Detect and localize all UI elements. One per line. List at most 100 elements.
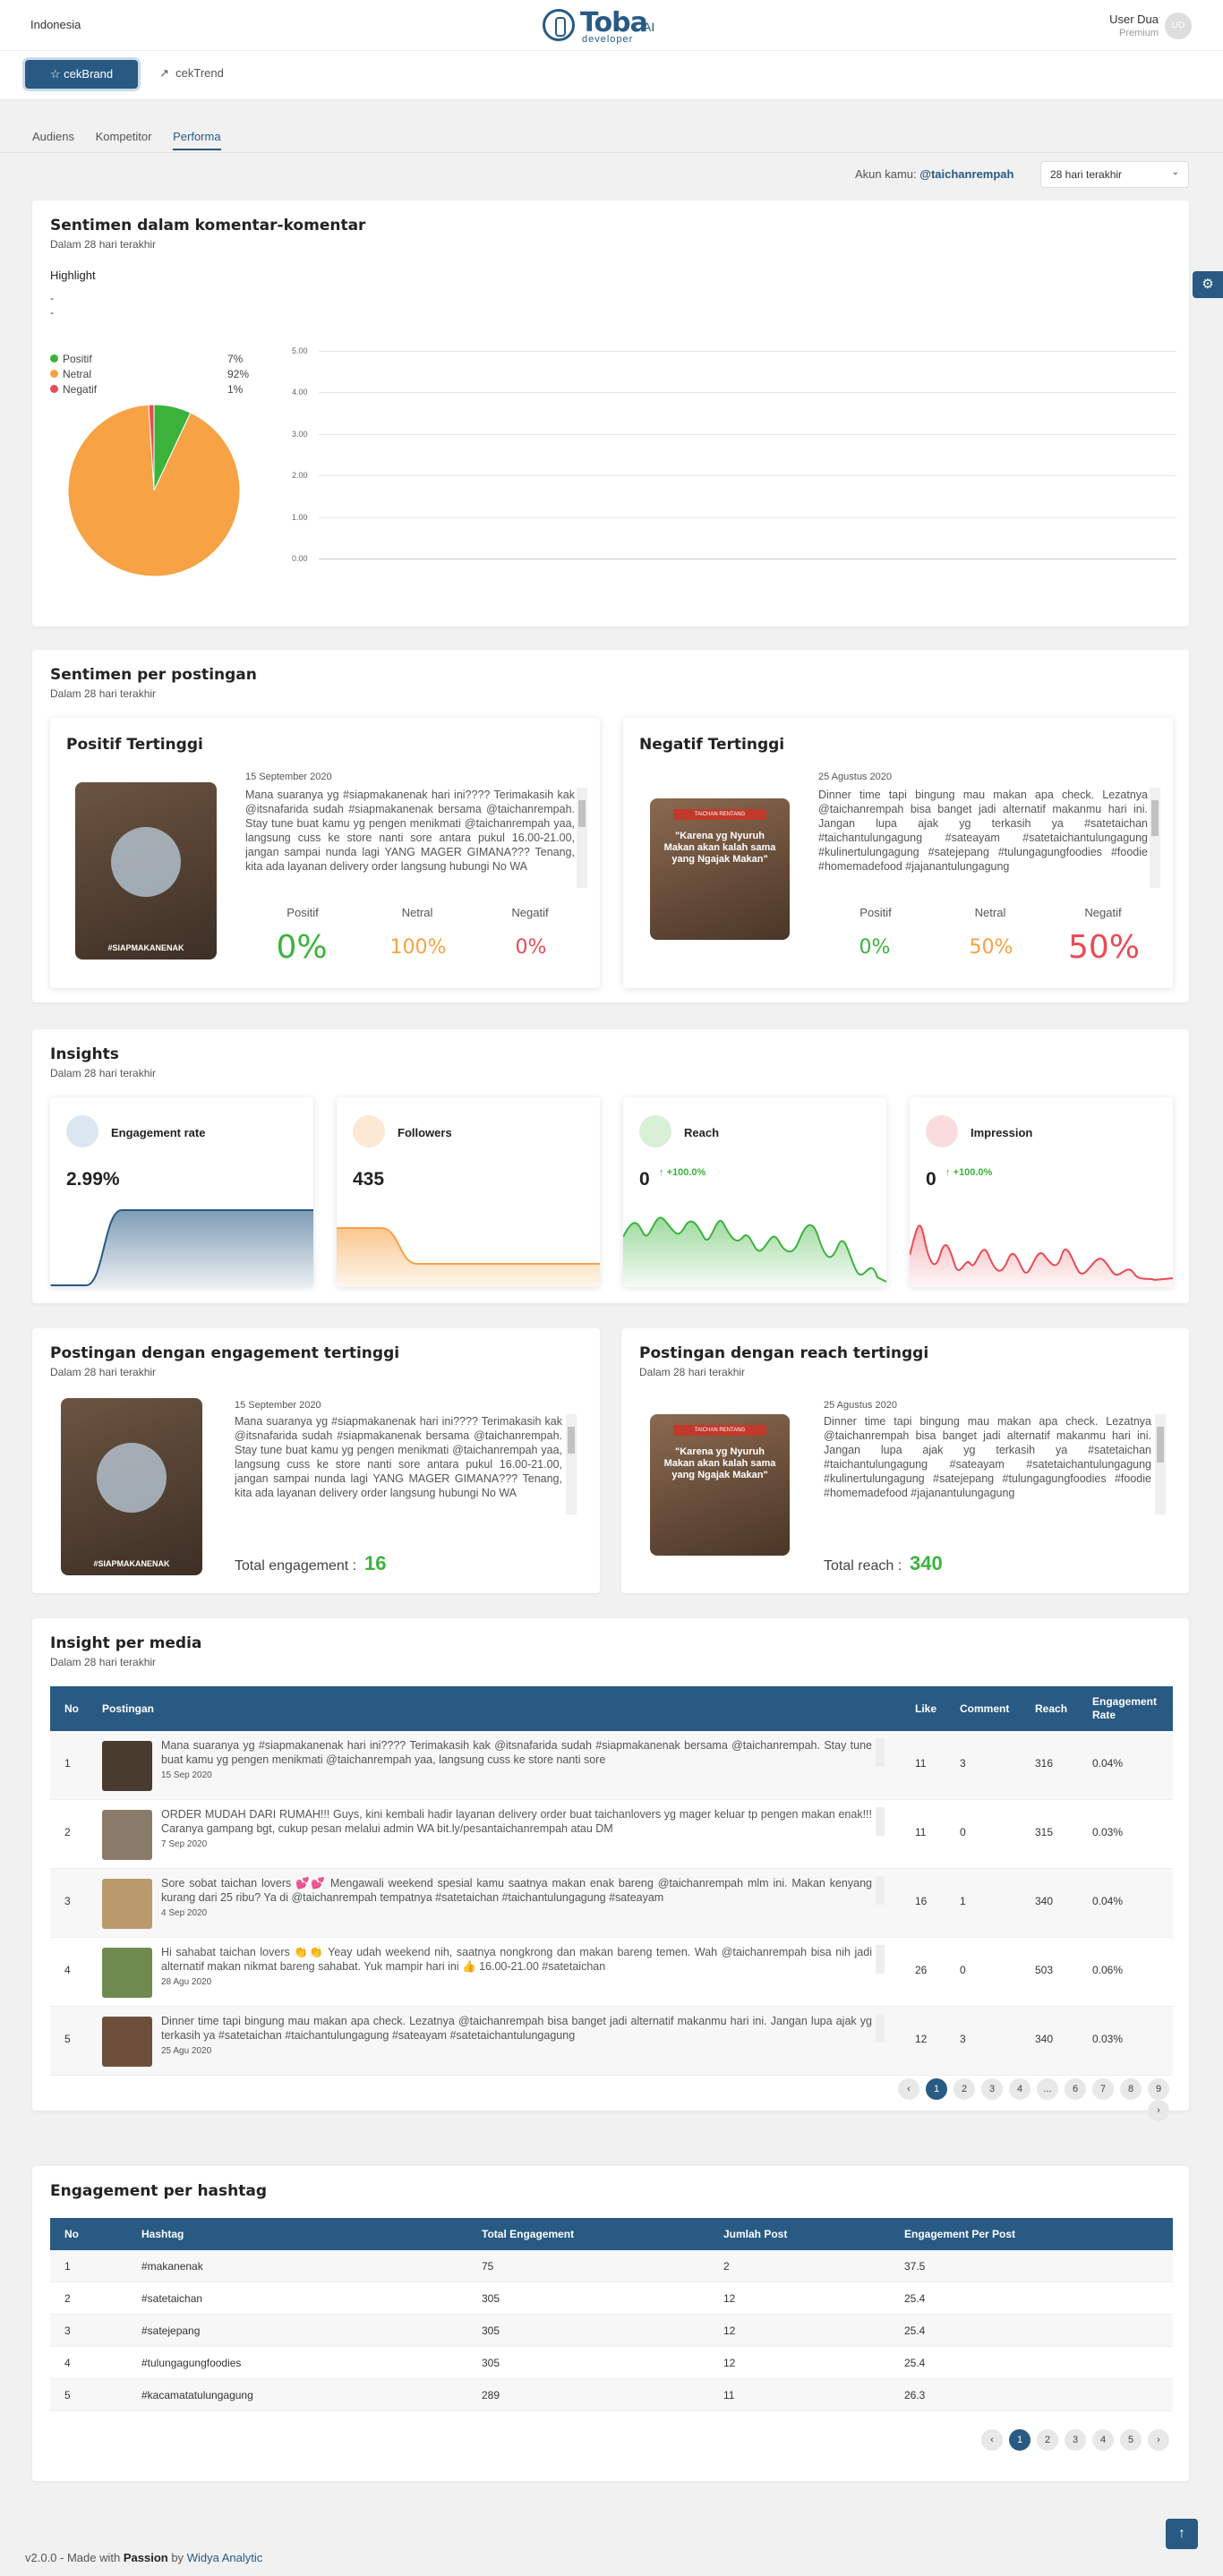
post-text: Mana suaranya yg #siapmakanenak hari ini…: [245, 789, 575, 873]
row-hashtag: #satetaichan: [141, 2292, 203, 2305]
page-button[interactable]: 4: [1009, 2078, 1031, 2100]
value-positif: 0%: [859, 936, 891, 959]
post-text: Mana suaranya yg #siapmakanenak hari ini…: [235, 1415, 562, 1499]
page-button[interactable]: 4: [1092, 2429, 1114, 2451]
cektrend-button[interactable]: ↗ cekTrend: [159, 66, 224, 81]
page-button[interactable]: ...: [1037, 2078, 1058, 2100]
row-posts: 2: [723, 2260, 730, 2273]
post-thumbnail[interactable]: [102, 1741, 152, 1791]
metric-change-value: +100.0%: [953, 1167, 993, 1178]
tab-kompetitor[interactable]: Kompetitor: [96, 130, 152, 149]
row-no: 1: [64, 2260, 71, 2273]
post-thumbnail[interactable]: [102, 1948, 152, 1998]
table-row[interactable]: 5 #kacamatatulungagung 289 11 26.3: [50, 2379, 1173, 2411]
metric-impression[interactable]: Impression 0 ↑ +100.0%: [910, 1097, 1173, 1287]
row-hashtag: #kacamatatulungagung: [141, 2389, 253, 2401]
user-role: Premium: [1118, 28, 1159, 38]
post-scrollbar[interactable]: [876, 1945, 885, 1974]
table-row[interactable]: 1 #makanenak 75 2 37.5: [50, 2250, 1173, 2282]
page-button[interactable]: 2: [1037, 2429, 1058, 2451]
post-date: 25 Agustus 2020: [818, 772, 892, 782]
chevron-left-icon[interactable]: ‹: [898, 2078, 919, 2100]
post-scrollbar[interactable]: [566, 1414, 577, 1514]
post-image[interactable]: TAICHAN RENTANG "Karena yg Nyuruh Makan …: [650, 798, 790, 940]
post-thumbnail[interactable]: [102, 2017, 152, 2067]
legend-pct: 1%: [227, 383, 244, 396]
post-thumbnail[interactable]: [102, 1810, 152, 1860]
country-label[interactable]: Indonesia: [30, 18, 81, 31]
chevron-left-icon[interactable]: ‹: [981, 2429, 1003, 2451]
chevron-right-icon[interactable]: ›: [1148, 2100, 1169, 2121]
table-row[interactable]: 5 Dinner time tapi bingung mau makan apa …: [50, 2007, 1173, 2076]
row-reach: 316: [1035, 1757, 1054, 1770]
user-name[interactable]: User Dua: [1109, 13, 1159, 26]
metric-engagement-rate[interactable]: Engagement rate 2.99%: [50, 1097, 313, 1287]
footer-company-link[interactable]: Widya Analytic: [187, 2551, 263, 2564]
row-like: 26: [915, 1964, 928, 1976]
page-button[interactable]: 1: [926, 2078, 947, 2100]
page-button[interactable]: 8: [1120, 2078, 1142, 2100]
total-label: Total reach :: [824, 1558, 902, 1574]
post-scrollbar[interactable]: [1150, 788, 1160, 888]
gear-icon[interactable]: ⚙: [1193, 271, 1223, 298]
sentiment-pie-chart: [67, 404, 241, 577]
metric-label: Reach: [684, 1126, 720, 1139]
label-positif: Positif: [287, 906, 319, 919]
row-per-post: 25.4: [904, 2292, 926, 2305]
row-like: 12: [915, 2033, 928, 2045]
table-row[interactable]: 2 ORDER MUDAH DARI RUMAH!!! Guys, kini ke…: [50, 1800, 1173, 1869]
table-row[interactable]: 2 #satetaichan 305 12 25.4: [50, 2282, 1173, 2315]
media-insight-card: Insight per media Dalam 28 hari terakhir…: [32, 1618, 1189, 2121]
table-row[interactable]: 1 Mana suaranya yg #siapmakanenak hari in…: [50, 1731, 1173, 1800]
col-per-post: Engagement Per Post: [904, 2228, 1016, 2240]
cektrend-label: cekTrend: [175, 66, 224, 80]
cekbrand-button[interactable]: ☆ cekBrand: [25, 60, 138, 89]
row-per-post: 25.4: [904, 2357, 926, 2369]
avatar[interactable]: UD: [1165, 13, 1192, 39]
post-scrollbar[interactable]: [876, 1876, 885, 1905]
post-scrollbar[interactable]: [876, 2014, 885, 2043]
media-title: Insight per media: [50, 1634, 202, 1652]
metric-followers[interactable]: Followers 435: [337, 1097, 600, 1287]
page-button[interactable]: 3: [981, 2078, 1003, 2100]
post-image[interactable]: #SIAPMAKANENAK: [61, 1398, 202, 1575]
table-row[interactable]: 3 #satejepang 305 12 25.4: [50, 2315, 1173, 2347]
post-thumbnail[interactable]: [102, 1879, 152, 1929]
row-like: 11: [915, 1826, 927, 1838]
table-row[interactable]: 4 Hi sahabat taichan lovers 👏👏 Yeay udah …: [50, 1938, 1173, 2007]
page-button[interactable]: 3: [1065, 2429, 1086, 2451]
period-select[interactable]: 28 hari terakhir ⌄: [1040, 161, 1189, 188]
app-logo[interactable]: Toba AI developer: [543, 7, 686, 45]
page-button[interactable]: 5: [1120, 2429, 1142, 2451]
post-scrollbar[interactable]: [1155, 1414, 1166, 1514]
label-negatif: Negatif: [511, 906, 549, 919]
tab-performa[interactable]: Performa: [173, 130, 221, 150]
row-posts: 11: [723, 2389, 735, 2401]
page-button[interactable]: 6: [1065, 2078, 1086, 2100]
table-row[interactable]: 4 #tulungagungfoodies 305 12 25.4: [50, 2347, 1173, 2379]
legend-pct: 92%: [227, 368, 250, 380]
account-handle: @taichanrempah: [919, 167, 1014, 181]
trend-icon: ↗: [159, 66, 169, 80]
sentiment-line-chart: 5.00 4.00 3.00 2.00 1.00 0.00: [292, 346, 1178, 566]
y-tick-label: 5.00: [292, 346, 308, 355]
metric-reach[interactable]: Reach 0 ↑ +100.0%: [623, 1097, 886, 1287]
post-scrollbar[interactable]: [577, 788, 587, 888]
total-reach: Total reach : 340: [824, 1552, 943, 1575]
col-total: Total Engagement: [482, 2228, 575, 2240]
post-image[interactable]: TAICHAN RENTANG "Karena yg Nyuruh Makan …: [650, 1414, 790, 1556]
table-row[interactable]: 3 Sore sobat taichan lovers 💕💕 Mengawali …: [50, 1869, 1173, 1938]
tab-audiens[interactable]: Audiens: [32, 130, 74, 149]
post-image[interactable]: #SIAPMAKANENAK: [75, 782, 217, 960]
page-button[interactable]: 9: [1148, 2078, 1169, 2100]
positive-title: Positif Tertinggi: [66, 736, 203, 754]
page-button[interactable]: 1: [1009, 2429, 1031, 2451]
metric-value: 0: [639, 1169, 650, 1190]
page-button[interactable]: 2: [954, 2078, 975, 2100]
scroll-top-button[interactable]: ↑: [1166, 2519, 1198, 2549]
chevron-right-icon[interactable]: ›: [1148, 2429, 1169, 2451]
post-scrollbar[interactable]: [876, 1738, 885, 1767]
page-button[interactable]: 7: [1092, 2078, 1114, 2100]
negative-title: Negatif Tertinggi: [639, 736, 785, 754]
post-scrollbar[interactable]: [876, 1807, 885, 1836]
